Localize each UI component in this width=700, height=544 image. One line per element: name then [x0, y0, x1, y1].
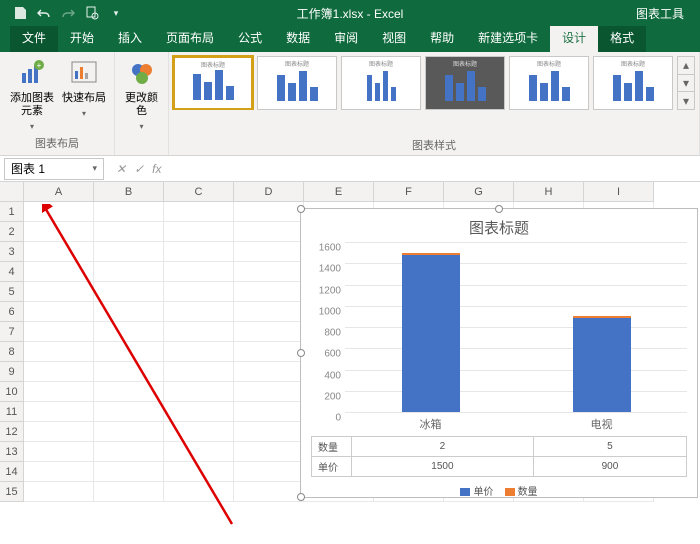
row-headers: 1 2 3 4 5 6 7 8 9 10 11 12 13 14 15 [0, 202, 24, 502]
tab-custom[interactable]: 新建选项卡 [466, 24, 550, 52]
row-header[interactable]: 1 [0, 202, 24, 222]
row-header[interactable]: 9 [0, 362, 24, 382]
save-icon[interactable] [12, 5, 28, 21]
undo-icon[interactable] [36, 5, 52, 21]
cancel-icon[interactable]: ✕ [116, 162, 126, 176]
tab-insert[interactable]: 插入 [106, 24, 154, 52]
x-label: 冰箱 [420, 416, 442, 432]
chart-plot-area[interactable]: 02004006008001000120014001600 [311, 242, 687, 412]
tab-home[interactable]: 开始 [58, 24, 106, 52]
resize-handle[interactable] [297, 349, 305, 357]
chart-style-6[interactable]: 图表标题 [593, 56, 673, 110]
x-label: 电视 [591, 416, 613, 432]
add-element-icon: + [16, 58, 48, 90]
formula-bar-row: 图表 1 ▾ ✕ ✓ fx [0, 156, 700, 182]
svg-text:+: + [37, 61, 42, 70]
colors-icon [126, 58, 158, 90]
redo-icon[interactable] [60, 5, 76, 21]
dropdown-icon: ▾ [30, 120, 34, 133]
row-header[interactable]: 10 [0, 382, 24, 402]
chart-style-5[interactable]: 图表标题 [509, 56, 589, 110]
dropdown-icon: ▾ [139, 120, 143, 133]
chart-style-3[interactable]: 图表标题 [341, 56, 421, 110]
group-label-layout: 图表布局 [8, 133, 106, 153]
row-header[interactable]: 12 [0, 422, 24, 442]
gallery-scroll[interactable]: ▴▾▾ [677, 56, 695, 110]
tab-format[interactable]: 格式 [598, 24, 646, 52]
resize-handle[interactable] [297, 205, 305, 213]
worksheet[interactable]: A B C D E F G H I 1 2 3 4 5 6 7 8 9 10 1… [0, 182, 700, 506]
row-header[interactable]: 14 [0, 462, 24, 482]
tab-review[interactable]: 审阅 [322, 24, 370, 52]
resize-handle[interactable] [495, 205, 503, 213]
row-header[interactable]: 8 [0, 342, 24, 362]
title-bar: ▾ 工作簿1.xlsx - Excel 图表工具 [0, 0, 700, 26]
tab-view[interactable]: 视图 [370, 24, 418, 52]
dropdown-icon: ▾ [82, 107, 86, 120]
row-header[interactable]: 13 [0, 442, 24, 462]
col-header[interactable]: C [164, 182, 234, 202]
col-header[interactable]: G [444, 182, 514, 202]
chevron-down-icon: ▾ [92, 163, 97, 174]
chart-styles-gallery: 图表标题 图表标题 图表标题 图表标题 图表标题 图表标题 [169, 52, 677, 110]
change-colors-button[interactable]: 更改颜色 ▾ [122, 58, 162, 133]
col-header[interactable]: B [94, 182, 164, 202]
col-header[interactable]: I [584, 182, 654, 202]
chart-data-table: 数量25 单价1500900 [311, 436, 687, 477]
group-label-styles: 图表样式 [169, 135, 699, 155]
select-all-corner[interactable] [0, 182, 24, 202]
quick-layout-icon [68, 58, 100, 90]
add-chart-element-button[interactable]: + 添加图表元素 ▾ [8, 58, 56, 133]
row-header[interactable]: 2 [0, 222, 24, 242]
chart-title[interactable]: 图表标题 [301, 209, 697, 242]
chart-style-2[interactable]: 图表标题 [257, 56, 337, 110]
chart-legend: 单价 数量 [301, 477, 697, 498]
chart-tools-label: 图表工具 [636, 5, 684, 22]
row-header[interactable]: 4 [0, 262, 24, 282]
tab-file[interactable]: 文件 [10, 24, 58, 52]
col-header[interactable]: A [24, 182, 94, 202]
ribbon-tabs: 文件 开始 插入 页面布局 公式 数据 审阅 视图 帮助 新建选项卡 设计 格式 [0, 26, 700, 52]
chart-style-1[interactable]: 图表标题 [173, 56, 253, 110]
tab-help[interactable]: 帮助 [418, 24, 466, 52]
legend-swatch [460, 488, 470, 496]
legend-swatch [505, 488, 515, 496]
name-box[interactable]: 图表 1 ▾ [4, 158, 104, 180]
row-header[interactable]: 7 [0, 322, 24, 342]
col-header[interactable]: F [374, 182, 444, 202]
tab-page-layout[interactable]: 页面布局 [154, 24, 226, 52]
column-headers: A B C D E F G H I [24, 182, 654, 202]
window-title: 工作簿1.xlsx - Excel [297, 5, 404, 22]
tab-data[interactable]: 数据 [274, 24, 322, 52]
row-header[interactable]: 15 [0, 482, 24, 502]
chart-style-4[interactable]: 图表标题 [425, 56, 505, 110]
qat-customize-icon[interactable]: ▾ [108, 5, 124, 21]
col-header[interactable]: D [234, 182, 304, 202]
row-header[interactable]: 6 [0, 302, 24, 322]
accept-icon[interactable]: ✓ [134, 162, 144, 176]
col-header[interactable]: E [304, 182, 374, 202]
row-header[interactable]: 3 [0, 242, 24, 262]
col-header[interactable]: H [514, 182, 584, 202]
print-preview-icon[interactable] [84, 5, 100, 21]
row-header[interactable]: 5 [0, 282, 24, 302]
quick-layout-button[interactable]: 快速布局 ▾ [62, 58, 106, 133]
tab-design[interactable]: 设计 [550, 24, 598, 52]
fx-icon[interactable]: fx [152, 162, 161, 176]
ribbon: + 添加图表元素 ▾ 快速布局 ▾ 图表布局 更改颜色 ▾ [0, 52, 700, 156]
tab-formulas[interactable]: 公式 [226, 24, 274, 52]
row-header[interactable]: 11 [0, 402, 24, 422]
chart-object[interactable]: 图表标题 02004006008001000120014001600 冰箱 电视… [300, 208, 698, 498]
